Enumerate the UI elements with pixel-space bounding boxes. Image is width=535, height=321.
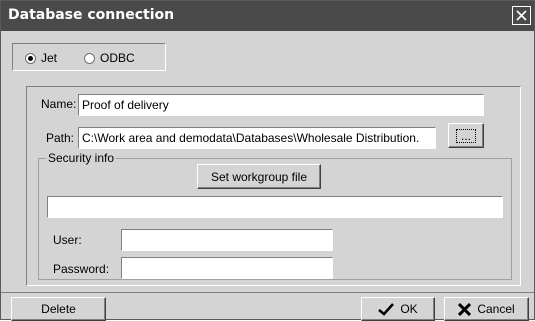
name-label: Name: (41, 97, 77, 111)
user-input[interactable] (121, 229, 333, 251)
radio-odbc[interactable]: ODBC (84, 51, 135, 65)
ok-button[interactable]: OK (361, 297, 435, 321)
delete-button[interactable]: Delete (11, 297, 106, 321)
close-icon (516, 10, 527, 21)
footer-divider (1, 292, 534, 293)
title-bar[interactable]: Database connection (1, 1, 534, 31)
cancel-button-label: Cancel (477, 302, 515, 316)
cancel-button[interactable]: Cancel (444, 297, 529, 321)
radio-jet-label: Jet (41, 51, 58, 65)
checkmark-icon (378, 302, 395, 316)
workgroup-file-input[interactable] (47, 196, 503, 218)
browse-button-label: ... (455, 128, 476, 143)
password-input[interactable] (121, 257, 333, 279)
x-icon (458, 302, 472, 316)
radio-odbc-indicator[interactable] (84, 52, 95, 64)
set-workgroup-file-button[interactable]: Set workgroup file (197, 164, 321, 189)
security-info-label: Security info (46, 151, 117, 165)
name-input[interactable]: Proof of delivery (78, 94, 484, 116)
path-label: Path: (46, 131, 75, 145)
connection-type-group: Jet ODBC (12, 43, 166, 71)
radio-odbc-label: ODBC (100, 51, 135, 65)
browse-button[interactable]: ... (448, 123, 484, 148)
user-label: User: (53, 233, 82, 247)
close-button[interactable] (512, 6, 531, 25)
path-input[interactable]: C:\Work area and demodata\Databases\Whol… (78, 127, 436, 149)
database-connection-dialog: Database connection Jet ODBC Name: Proof… (0, 0, 535, 321)
ok-button-label: OK (400, 302, 418, 316)
radio-jet[interactable]: Jet (25, 51, 57, 65)
password-label: Password: (53, 262, 110, 276)
radio-jet-indicator[interactable] (25, 52, 36, 64)
dialog-title: Database connection (8, 7, 175, 23)
